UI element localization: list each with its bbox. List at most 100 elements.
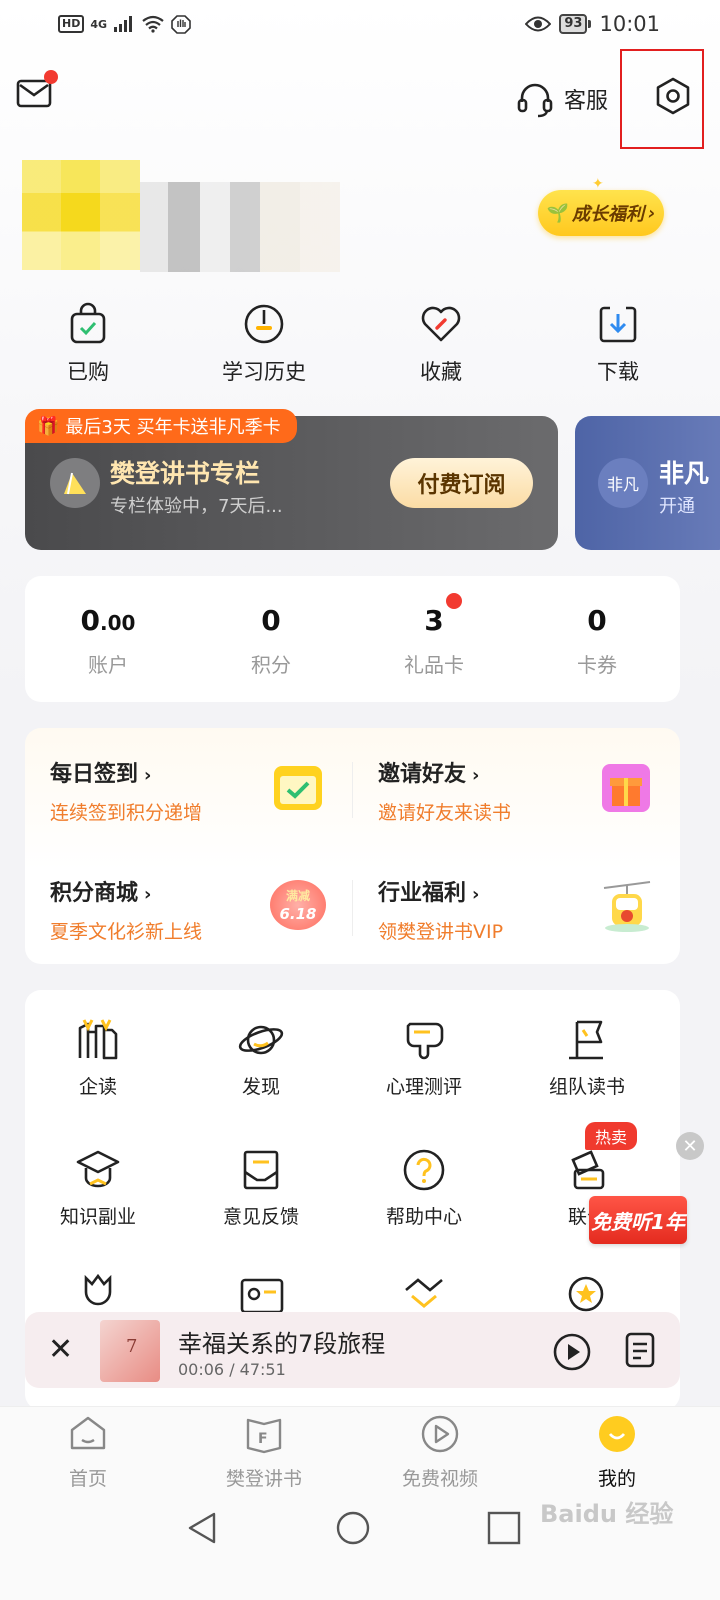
me-smile-icon [599,1416,635,1452]
task-points-mall[interactable]: 积分商城 › 夏季文化衫新上线 [50,875,202,944]
tab-free-video[interactable]: 免费视频 [360,1414,520,1491]
growth-label: 成长福利 [572,204,644,225]
sale-line1: 满减 [285,889,310,903]
enterprise-read-icon [78,1019,118,1060]
asset-value: 0.00 [38,604,178,637]
grid-item-psych-test[interactable]: 心理测评 [349,1016,499,1099]
tulip-icon [84,1273,112,1306]
history-clock-icon [244,304,284,344]
battery-indicator: 93 [559,14,592,34]
video-play-icon [421,1415,459,1453]
quick-item-label: 下载 [597,360,639,384]
grid-item-discover[interactable]: 发现 [186,1016,336,1099]
status-right: 93 10:01 [525,12,660,36]
promo-tag: 🎁 最后3天 买年卡送非凡季卡 [25,409,297,443]
grid-item-knowledge-sidejob[interactable]: 知识副业 [23,1146,173,1229]
asset-label: 卡券 [577,653,617,677]
quick-item-purchased[interactable]: 已购 [28,302,148,386]
network-4g-label: 4G [90,17,108,31]
asset-points[interactable]: 0 积分 [201,604,341,678]
sale-618-badge: 满减 6.18 [270,880,326,930]
task-title: 每日签到 › [50,756,202,788]
quick-item-favorites[interactable]: 收藏 [381,302,501,386]
watermark: Baidu 经验 [540,1500,674,1528]
gift-box-icon [602,764,650,812]
task-invite-friends[interactable]: 邀请好友 › 邀请好友来读书 [378,756,511,825]
customer-service-button[interactable]: 客服 [516,80,608,118]
grid-item-feedback[interactable]: 意见反馈 [186,1146,336,1229]
grid-item-label: 组队读书 [548,1076,625,1098]
task-daily-checkin[interactable]: 每日签到 › 连续签到积分递增 [50,756,202,825]
tab-label: 樊登讲书 [225,1468,302,1490]
asset-account[interactable]: 0.00 账户 [38,604,178,678]
signal-icon [114,16,133,32]
sprout-icon: 🌱 [546,202,569,224]
asset-value: 0 [587,604,607,637]
home-icon [70,1416,106,1450]
asset-label: 账户 [88,653,128,677]
grid-item-label: 心理测评 [385,1076,462,1098]
battery-level: 93 [559,14,588,34]
asset-value-dec: .00 [100,611,136,635]
message-button[interactable] [16,70,58,108]
task-title-text: 每日签到 [50,762,139,787]
quick-item-label: 学习历史 [222,360,306,384]
asset-value: 3 [424,604,444,637]
tab-label: 首页 [68,1468,107,1490]
favorite-heart-icon [421,306,461,342]
promo-text: 最后3天 买年卡送非凡季卡 [65,417,281,438]
player-time: 00:06 / 47:51 [178,1360,286,1379]
username-blurred [140,182,340,272]
playlist-button[interactable] [624,1332,656,1368]
growth-benefit-button[interactable]: 🌱 成长福利 › [538,190,664,236]
svg-text:F: F [258,1431,268,1447]
subscribe-button[interactable]: 付费订阅 [390,458,533,508]
task-title: 邀请好友 › [378,756,511,788]
asset-value: 0 [261,604,281,637]
feifan-title: 非凡 [659,459,710,488]
star-refresh-icon [568,1276,604,1312]
eye-icon [525,16,552,32]
home-circle-icon[interactable] [335,1510,371,1546]
chevron-right-icon: › [472,765,480,786]
close-float-button[interactable]: ✕ [676,1132,704,1160]
download-icon [599,306,637,343]
handshake-icon [405,1278,443,1308]
graduation-cap-icon [76,1150,120,1188]
tab-home[interactable]: 首页 [8,1414,168,1491]
task-title: 积分商城 › [50,875,202,907]
player-close-button[interactable]: ✕ [48,1332,78,1368]
psychology-test-icon [406,1022,444,1060]
planet-discover-icon [238,1025,284,1055]
task-subtitle: 夏季文化衫新上线 [50,921,203,943]
grid-item-team-reading[interactable]: 组队读书 [512,1016,662,1099]
asset-gift-card[interactable]: 3 礼品卡 [364,604,504,678]
avatar[interactable] [22,160,140,270]
task-title-text: 邀请好友 [378,762,467,787]
tab-fandeng-books[interactable]: F 樊登讲书 [184,1414,344,1491]
quick-item-downloads[interactable]: 下载 [558,302,678,386]
recents-square-icon[interactable] [486,1510,522,1546]
asset-value-int: 0 [80,604,101,637]
tab-me[interactable]: 我的 [537,1414,697,1491]
free-listen-badge[interactable]: 免费听1年 [589,1196,687,1244]
task-divider [352,762,353,818]
tab-label: 免费视频 [401,1468,478,1490]
play-icon [553,1333,591,1371]
close-icon: ✕ [682,1135,698,1157]
asset-coupons[interactable]: 0 卡券 [527,604,667,678]
play-button[interactable] [552,1332,592,1372]
task-title-text: 行业福利 [378,881,467,906]
grid-item-label: 帮助中心 [385,1206,462,1228]
task-industry-benefits[interactable]: 行业福利 › 领樊登讲书VIP [378,875,503,944]
gift-icon: 🎁 [37,415,60,437]
back-triangle-icon[interactable] [184,1510,220,1546]
task-divider [352,880,353,936]
quick-item-history[interactable]: 学习历史 [204,302,324,386]
chevron-right-icon: › [472,884,480,905]
grid-item-enterprise[interactable]: 企读 [23,1016,173,1099]
grid-item-help-center[interactable]: 帮助中心 [349,1146,499,1229]
calendar-check-icon [274,766,322,810]
battery-tip [588,20,592,28]
asset-label: 礼品卡 [404,653,464,677]
